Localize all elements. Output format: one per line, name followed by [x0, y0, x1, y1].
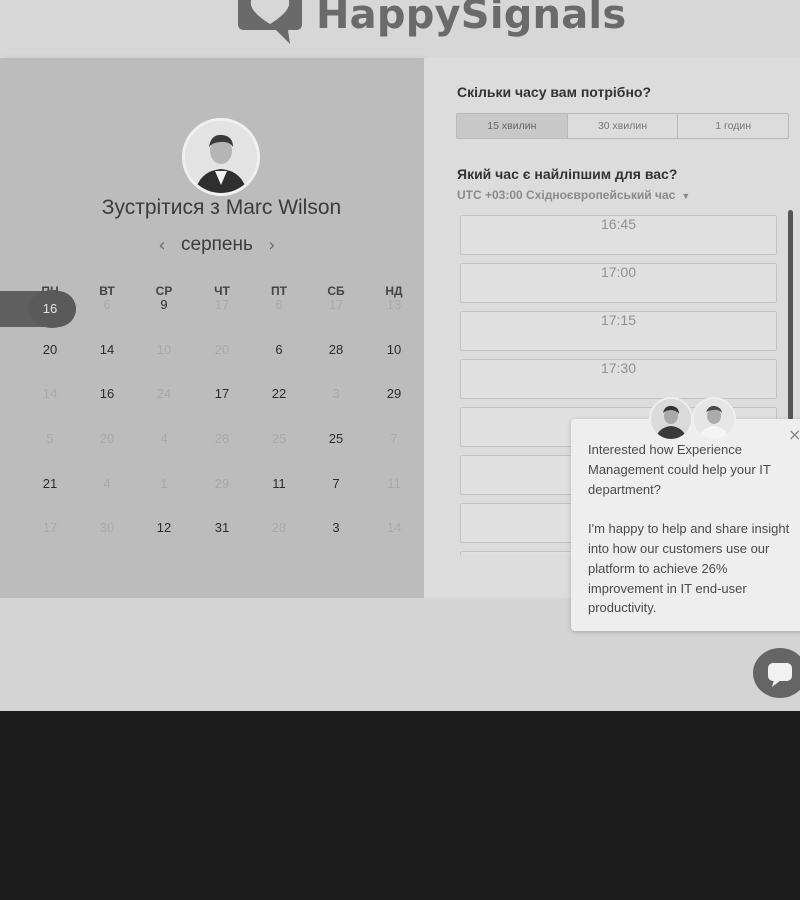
duration-30-min-button[interactable]: 30 хвилин	[568, 114, 679, 138]
calendar-day[interactable]: 9	[146, 297, 182, 321]
selected-day[interactable]: 16	[28, 297, 72, 321]
calendar-day[interactable]: 10	[376, 342, 412, 366]
slot-list-scrollbar[interactable]	[788, 210, 793, 420]
calendar-day[interactable]: 3	[318, 386, 354, 410]
calendar-day[interactable]: 16	[89, 386, 125, 410]
caret-down-icon: ▼	[681, 191, 691, 201]
weekday-sun: НД	[385, 284, 403, 298]
calendar-day[interactable]: 10	[146, 342, 182, 366]
heart-speech-bubble-icon	[238, 0, 302, 44]
calendar-day[interactable]: 11	[376, 476, 412, 500]
calendar-day[interactable]: 25	[261, 431, 297, 455]
calendar-day[interactable]: 24	[146, 386, 182, 410]
calendar-day[interactable]: 14	[89, 342, 125, 366]
weekday-wed: СР	[155, 284, 173, 298]
calendar-day[interactable]: 29	[376, 386, 412, 410]
duration-1-hour-button[interactable]: 1 годин	[678, 114, 788, 138]
timezone-label: UTC +03:00 Східноєвропейський час	[457, 188, 676, 202]
chevron-left-icon[interactable]: ‹	[155, 235, 169, 256]
calendar-day[interactable]: 17	[204, 386, 240, 410]
calendar-day[interactable]: 4	[89, 476, 125, 500]
agent-avatar	[692, 397, 736, 441]
chevron-right-icon[interactable]: ›	[265, 235, 279, 256]
calendar-day[interactable]: 1	[146, 476, 182, 500]
duration-15-min-button[interactable]: 15 хвилин	[457, 114, 568, 138]
host-avatar	[182, 118, 260, 196]
calendar-day[interactable]: 3	[318, 520, 354, 544]
calendar-day[interactable]: 6	[89, 297, 125, 321]
weekday-thu: ЧТ	[214, 284, 230, 298]
calendar-day[interactable]: 5	[32, 431, 68, 455]
calendar-day[interactable]: 6	[261, 342, 297, 366]
time-question: Який час є найліпшим для вас?	[457, 166, 678, 182]
meeting-title: Зустрітися з Marc Wilson	[101, 196, 342, 219]
calendar-day[interactable]: 28	[318, 342, 354, 366]
calendar-day[interactable]: 20	[204, 342, 240, 366]
calendar-panel: Зустрітися з Marc Wilson ‹ серпень › ПН …	[0, 58, 424, 598]
logo-wordmark[interactable]: HappySignals	[316, 0, 626, 38]
calendar-day[interactable]: 12	[146, 520, 182, 544]
time-slot[interactable]: 17:15	[460, 311, 777, 351]
chat-bubble-icon	[768, 663, 792, 687]
calendar-day[interactable]: 25	[318, 431, 354, 455]
calendar-day[interactable]: 20	[32, 342, 68, 366]
calendar-day[interactable]: 6	[261, 297, 297, 321]
calendar-day[interactable]: 17	[318, 297, 354, 321]
calendar-day[interactable]: 14	[32, 386, 68, 410]
chat-message-body: I'm happy to help and share insight into…	[588, 521, 790, 616]
chat-launcher-button[interactable]	[753, 648, 800, 698]
site-header: HappySignals	[0, 0, 800, 59]
calendar-day[interactable]: 13	[376, 297, 412, 321]
time-slot[interactable]: 17:00	[460, 263, 777, 303]
calendar-day[interactable]: 7	[318, 476, 354, 500]
calendar-day[interactable]: 17	[32, 520, 68, 544]
duration-question: Скільки часу вам потрібно?	[457, 84, 652, 100]
close-icon[interactable]: ×	[788, 425, 800, 444]
weekday-fri: ПТ	[271, 284, 287, 298]
month-label: серпень	[181, 234, 253, 255]
month-navigator: ‹ серпень ›	[155, 234, 279, 256]
calendar-day[interactable]: 14	[376, 520, 412, 544]
calendar-day[interactable]: 7	[376, 431, 412, 455]
calendar-day[interactable]: 4	[146, 431, 182, 455]
time-slot[interactable]: 16:45	[460, 215, 777, 255]
agent-avatar	[649, 397, 693, 441]
weekday-tue: ВТ	[99, 284, 115, 298]
chat-message-intro: Interested how Experience Management cou…	[588, 442, 771, 497]
weekday-sat: СБ	[327, 284, 345, 298]
calendar-day[interactable]: 31	[204, 520, 240, 544]
calendar-day[interactable]: 22	[261, 386, 297, 410]
calendar-day[interactable]: 17	[204, 297, 240, 321]
timezone-select[interactable]: UTC +03:00 Східноєвропейський час ▼	[457, 188, 690, 202]
calendar-day[interactable]: 21	[32, 476, 68, 500]
chat-message: Interested how Experience Management cou…	[588, 440, 800, 618]
calendar-day[interactable]: 20	[89, 431, 125, 455]
calendar-day[interactable]: 11	[261, 476, 297, 500]
time-slot[interactable]: 17:30	[460, 359, 777, 399]
calendar-day[interactable]: 29	[204, 476, 240, 500]
calendar-day[interactable]: 30	[89, 520, 125, 544]
site-footer	[0, 711, 800, 900]
calendar-day[interactable]: 28	[204, 431, 240, 455]
chat-popup[interactable]: Interested how Experience Management cou…	[571, 419, 800, 631]
duration-selector: 15 хвилин 30 хвилин 1 годин	[456, 113, 789, 139]
calendar-day[interactable]: 28	[261, 520, 297, 544]
